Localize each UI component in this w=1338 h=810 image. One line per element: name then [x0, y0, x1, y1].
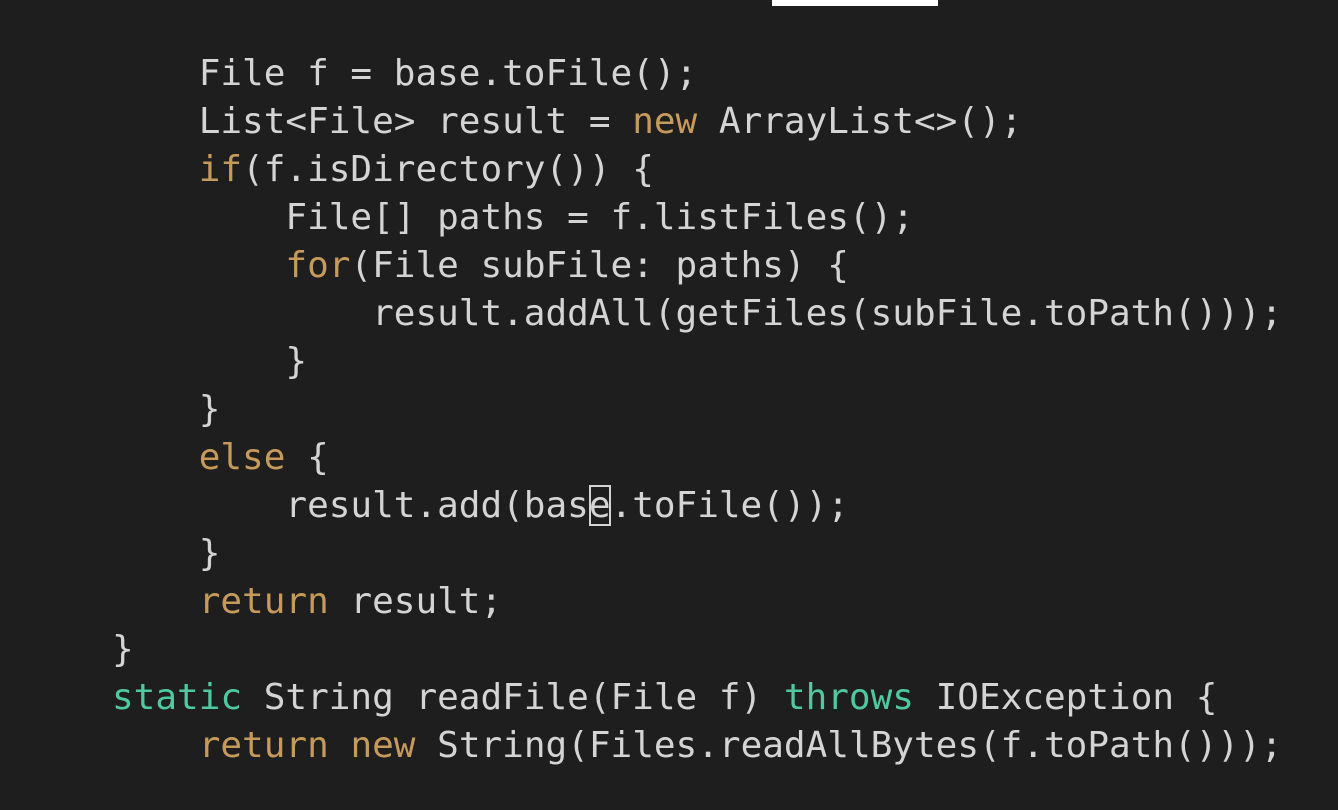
code-line[interactable]: return new String(Files.readAllBytes(f.t…	[112, 722, 1283, 770]
code-line[interactable]: File[] paths = f.listFiles();	[112, 194, 1282, 242]
code-token: String(Files.readAllBytes(f.toPath()));	[415, 725, 1283, 766]
code-line[interactable]: List<File> result = new ArrayList<>();	[112, 98, 1282, 146]
text-cursor: e	[588, 485, 611, 526]
code-line[interactable]: }	[112, 626, 1282, 674]
code-keyword: for	[285, 245, 351, 286]
code-token: (File subFile: paths) {	[350, 245, 849, 286]
editor-tab[interactable]	[772, 0, 938, 6]
code-line[interactable]: }	[112, 386, 1282, 434]
code-line[interactable]: if(f.isDirectory()) {	[112, 146, 1282, 194]
code-keyword: new	[350, 725, 416, 766]
code-token: (f.isDirectory()) {	[242, 149, 654, 190]
code-keyword: static	[112, 677, 243, 718]
code-line[interactable]: File f = base.toFile();	[112, 50, 1282, 98]
code-line[interactable]: }	[112, 338, 1282, 386]
code-keyword: return	[198, 581, 329, 622]
code-token: .toFile());	[610, 485, 849, 526]
code-token: {	[285, 437, 329, 478]
code-line[interactable]: else {	[112, 434, 1282, 482]
code-token: List<File> result =	[198, 101, 633, 142]
code-line[interactable]: }	[112, 530, 1282, 578]
code-token: File[] paths = f.listFiles();	[285, 197, 914, 238]
code-token: }	[112, 629, 134, 670]
code-line[interactable]: result.addAll(getFiles(subFile.toPath())…	[112, 290, 1282, 338]
code-line[interactable]: return result;	[112, 578, 1282, 626]
code-token: }	[198, 389, 221, 430]
code-keyword: return	[198, 725, 329, 766]
code-area[interactable]: File f = base.toFile(); List<File> resul…	[112, 50, 1282, 770]
code-token: result.addAll(getFiles(subFile.toPath())…	[372, 293, 1283, 334]
code-line[interactable]: result.add(base.toFile());	[112, 482, 1282, 530]
code-token: String readFile(File f)	[242, 677, 784, 718]
code-keyword: throws	[783, 677, 914, 718]
code-token: result.add(bas	[285, 485, 589, 526]
code-line[interactable]: static String readFile(File f) throws IO…	[112, 674, 1282, 722]
code-token: }	[285, 341, 308, 382]
code-token: }	[198, 533, 221, 574]
code-token: IOException {	[913, 677, 1218, 718]
code-editor[interactable]: File f = base.toFile(); List<File> resul…	[0, 0, 1338, 810]
code-line[interactable]: for(File subFile: paths) {	[112, 242, 1282, 290]
code-keyword: else	[198, 437, 286, 478]
code-keyword: new	[632, 101, 698, 142]
code-keyword: if	[198, 149, 243, 190]
code-token: result;	[328, 581, 503, 622]
code-token: ArrayList<>();	[697, 101, 1023, 142]
code-token: File f = base.toFile();	[198, 53, 698, 94]
